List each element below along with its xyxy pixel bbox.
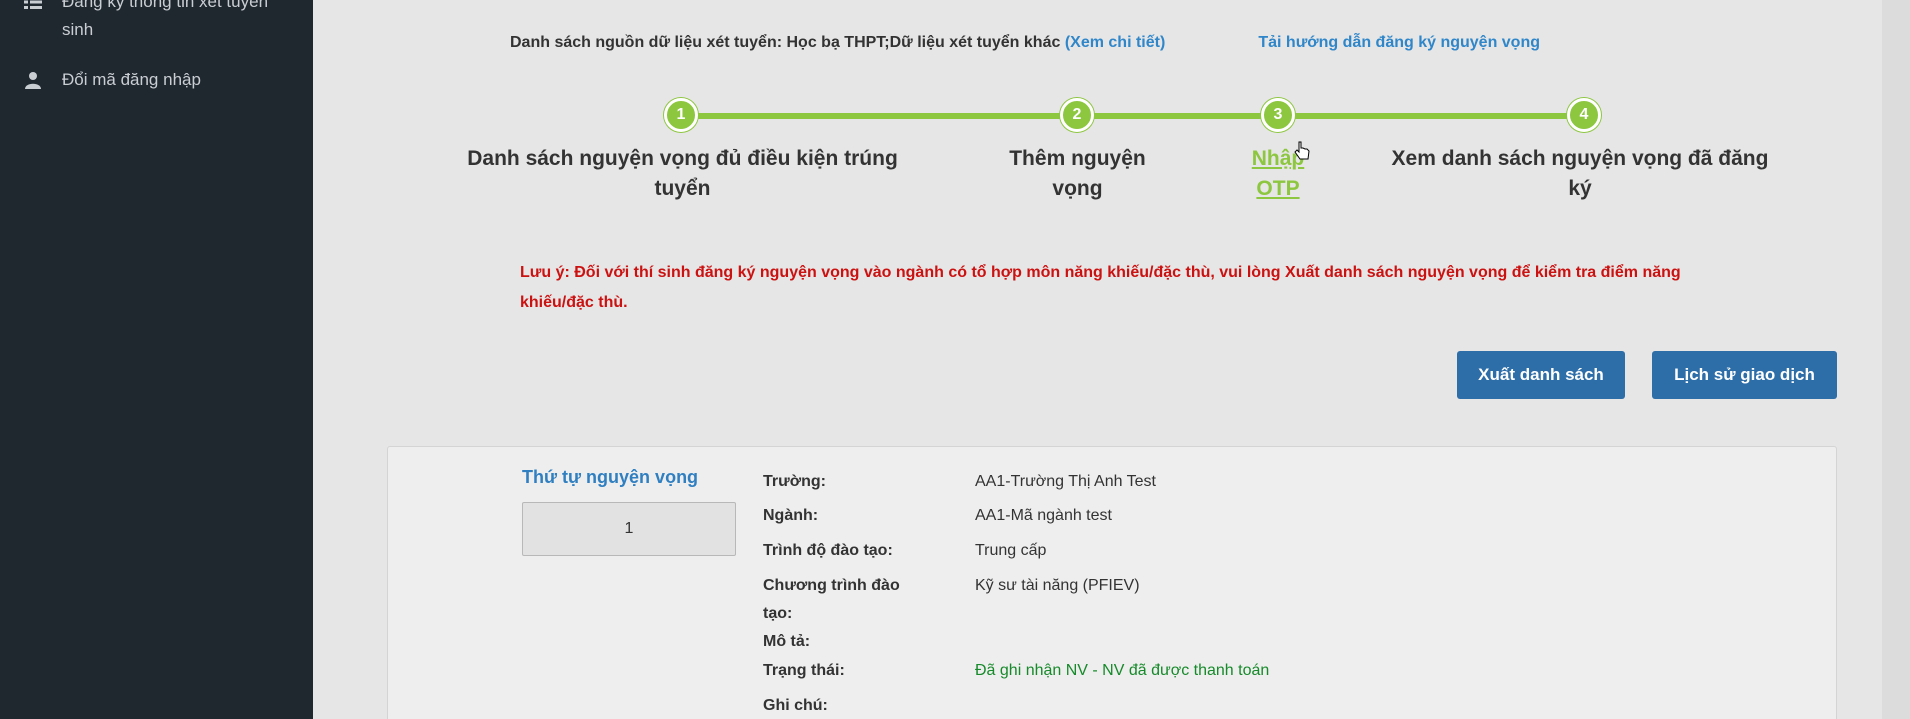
field-label-program: Chương trình đào tạo: — [763, 577, 900, 622]
data-source-label: Danh sách nguồn dữ liệu xét tuyển: Học b… — [510, 34, 1061, 51]
sidebar-item-change-password[interactable]: Đổi mã đăng nhập — [24, 66, 201, 94]
warning-note: Lưu ý: Đối với thí sinh đăng ký nguyện v… — [520, 264, 1681, 311]
field-label-level: Trình độ đào tạo: — [763, 542, 893, 559]
transaction-history-button[interactable]: Lịch sử giao dịch — [1652, 351, 1837, 399]
field-value-program: Kỹ sư tài năng (PFIEV) — [975, 577, 1140, 594]
field-value-school: AA1-Trường Thị Anh Test — [975, 473, 1156, 490]
view-details-link[interactable]: (Xem chi tiết) — [1065, 34, 1165, 51]
scrollbar[interactable] — [1882, 0, 1910, 719]
field-label-description: Mô tả: — [763, 633, 811, 650]
sidebar-item-label: Đổi mã đăng nhập — [62, 70, 201, 89]
user-icon — [25, 72, 41, 89]
step-1-label[interactable]: Danh sách nguyện vọng đủ điều kiện trúng… — [455, 144, 910, 204]
sidebar: Đăng ký thông tin xét tuyển sinh Đổi mã … — [0, 0, 313, 719]
step-4-label[interactable]: Xem danh sách nguyện vọng đã đăng ký — [1380, 144, 1780, 204]
field-value-major: AA1-Mã ngành test — [975, 507, 1112, 524]
export-list-button[interactable]: Xuất danh sách — [1457, 351, 1625, 399]
hand-cursor-icon — [1294, 141, 1310, 160]
list-icon — [24, 0, 42, 9]
field-value-status: Đã ghi nhận NV - NV đã được thanh toán — [975, 662, 1270, 679]
step-3-circle[interactable]: 3 — [1261, 98, 1295, 132]
step-1-circle[interactable]: 1 — [664, 98, 698, 132]
sidebar-item-label: Đăng ký thông tin xét tuyển sinh — [62, 0, 269, 39]
step-2-circle[interactable]: 2 — [1060, 98, 1094, 132]
field-label-note: Ghi chú: — [763, 697, 828, 714]
order-title: Thứ tự nguyện vọng — [522, 467, 699, 487]
field-value-level: Trung cấp — [975, 542, 1047, 559]
stepper-line — [680, 113, 1595, 119]
field-label-major: Ngành: — [763, 507, 819, 524]
field-label-school: Trường: — [763, 473, 826, 490]
step-4-circle[interactable]: 4 — [1567, 98, 1601, 132]
step-2-label[interactable]: Thêm nguyện vọng — [1000, 144, 1155, 204]
download-guide-link[interactable]: Tải hướng dẫn đăng ký nguyện vọng — [1258, 28, 1540, 58]
sidebar-item-register-info[interactable]: Đăng ký thông tin xét tuyển sinh — [24, 0, 294, 44]
field-label-status: Trạng thái: — [763, 662, 845, 679]
order-input[interactable]: 1 — [522, 502, 736, 556]
data-source-text: Danh sách nguồn dữ liệu xét tuyển: Học b… — [510, 28, 1210, 58]
